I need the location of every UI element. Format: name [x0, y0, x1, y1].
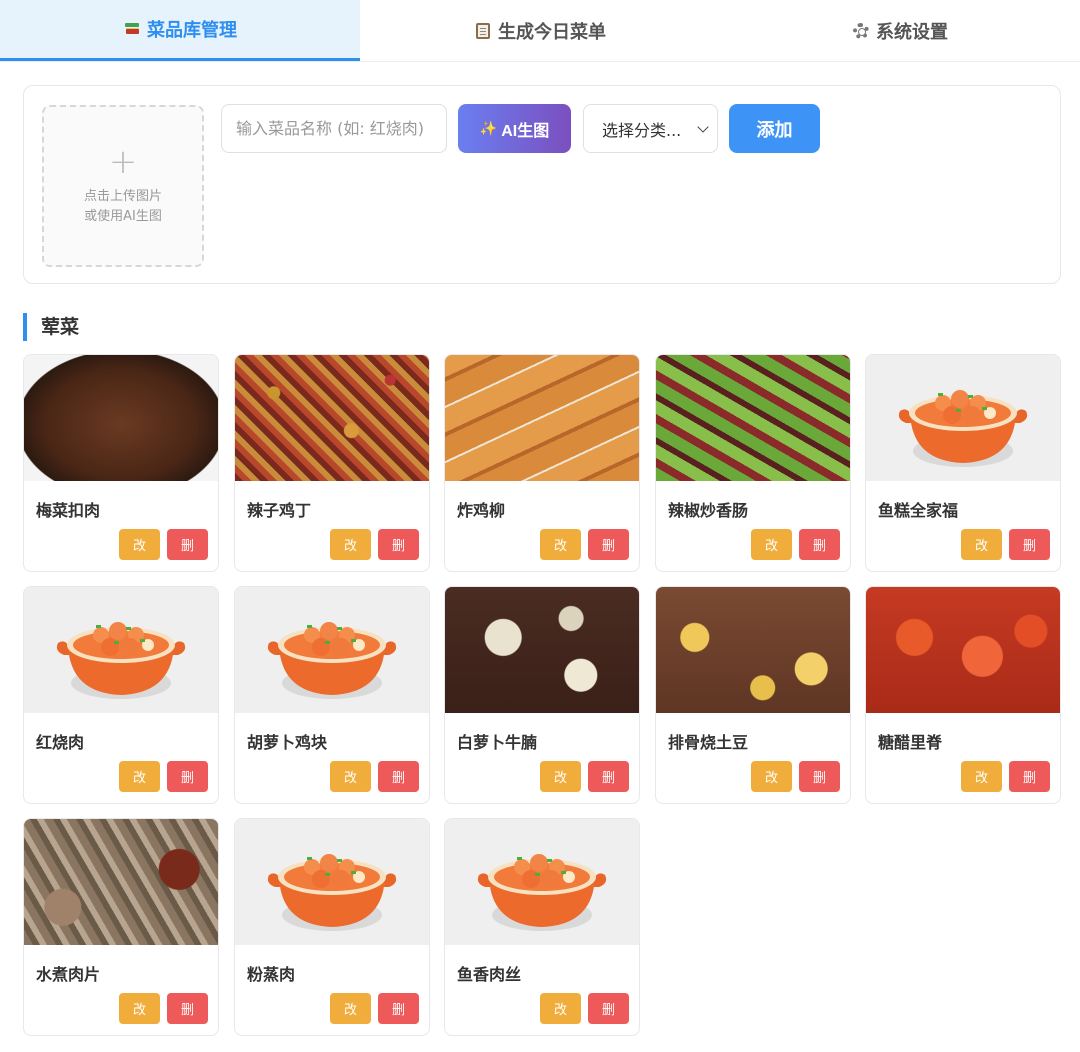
- dish-name: 胡萝卜鸡块: [247, 733, 328, 752]
- dish-name: 炸鸡柳: [457, 501, 506, 520]
- dish-image: [866, 587, 1060, 713]
- delete-dish-button[interactable]: 删: [1009, 761, 1050, 792]
- dish-card: 炸鸡柳改删: [444, 354, 640, 572]
- dish-image: [235, 587, 429, 713]
- dish-card: 排骨烧土豆改删: [655, 586, 851, 804]
- tab-settings[interactable]: 系统设置: [720, 0, 1080, 61]
- bowl-illustration: [56, 622, 186, 699]
- delete-dish-button[interactable]: 删: [1009, 529, 1050, 560]
- dish-name: 水煮肉片: [36, 965, 101, 984]
- edit-dish-button[interactable]: 改: [961, 529, 1002, 560]
- dish-card: 胡萝卜鸡块改删: [234, 586, 430, 804]
- dish-image: [24, 587, 218, 713]
- delete-dish-button[interactable]: 删: [378, 761, 419, 792]
- dish-name: 鱼糕全家福: [878, 501, 959, 520]
- dish-name: 红烧肉: [36, 733, 85, 752]
- add-dish-button[interactable]: 添加: [729, 104, 820, 153]
- edit-dish-button[interactable]: 改: [540, 529, 581, 560]
- sparkle-icon: ✨: [479, 120, 498, 136]
- dish-name: 梅菜扣肉: [36, 501, 101, 520]
- dish-image: [24, 819, 218, 945]
- bowl-illustration: [477, 854, 607, 931]
- dish-image: [656, 587, 850, 713]
- edit-dish-button[interactable]: 改: [540, 993, 581, 1024]
- delete-dish-button[interactable]: 删: [588, 761, 629, 792]
- edit-dish-button[interactable]: 改: [751, 529, 792, 560]
- books-icon: [123, 20, 141, 38]
- delete-dish-button[interactable]: 删: [378, 993, 419, 1024]
- dish-name: 辣子鸡丁: [247, 501, 312, 520]
- delete-dish-button[interactable]: 删: [588, 993, 629, 1024]
- chevron-down-icon: [697, 120, 709, 133]
- delete-dish-button[interactable]: 删: [167, 529, 208, 560]
- delete-dish-button[interactable]: 删: [588, 529, 629, 560]
- upload-hint-line1: 点击上传图片: [83, 189, 162, 204]
- tab-generate-menu[interactable]: 生成今日菜单: [360, 0, 720, 61]
- dish-image: [235, 819, 429, 945]
- dish-card: 辣椒炒香肠改删: [655, 354, 851, 572]
- dish-image: [445, 587, 639, 713]
- dish-name: 辣椒炒香肠: [668, 501, 749, 520]
- edit-dish-button[interactable]: 改: [119, 993, 160, 1024]
- dish-name: 粉蒸肉: [247, 965, 296, 984]
- delete-dish-button[interactable]: 删: [167, 993, 208, 1024]
- dish-image: [866, 355, 1060, 481]
- tab-label: 系统设置: [876, 21, 948, 43]
- delete-dish-button[interactable]: 删: [167, 761, 208, 792]
- dish-card: 鱼香肉丝改删: [444, 818, 640, 1036]
- bowl-illustration: [267, 854, 397, 931]
- dish-card: 糖醋里脊改删: [865, 586, 1061, 804]
- section-title: 荤菜: [23, 313, 79, 341]
- edit-dish-button[interactable]: 改: [330, 761, 371, 792]
- dish-name-input[interactable]: [221, 104, 447, 153]
- dish-name: 糖醋里脊: [878, 733, 943, 752]
- bowl-illustration: [898, 390, 1028, 467]
- dish-image: [445, 355, 639, 481]
- delete-dish-button[interactable]: 删: [799, 761, 840, 792]
- edit-dish-button[interactable]: 改: [540, 761, 581, 792]
- upload-hint-line2: 或使用AI生图: [84, 209, 162, 224]
- edit-dish-button[interactable]: 改: [961, 761, 1002, 792]
- dish-card: 红烧肉改删: [23, 586, 219, 804]
- add-dish-panel: + 点击上传图片 或使用AI生图 ✨ AI生图 选择分类... 添加: [23, 85, 1061, 284]
- category-select-value: 选择分类...: [602, 120, 682, 140]
- edit-dish-button[interactable]: 改: [330, 529, 371, 560]
- bowl-illustration: [267, 622, 397, 699]
- dish-card: 辣子鸡丁改删: [234, 354, 430, 572]
- dish-card: 梅菜扣肉改删: [23, 354, 219, 572]
- dish-image: [235, 355, 429, 481]
- dish-card: 粉蒸肉改删: [234, 818, 430, 1036]
- ai-generate-button[interactable]: ✨ AI生图: [458, 104, 571, 153]
- tab-label: 生成今日菜单: [498, 21, 606, 43]
- tab-label: 菜品库管理: [147, 20, 237, 41]
- tab-dish-library[interactable]: 菜品库管理: [0, 0, 360, 61]
- dish-card: 白萝卜牛腩改删: [444, 586, 640, 804]
- tab-bar: 菜品库管理 生成今日菜单 系统设置: [0, 0, 1080, 62]
- edit-dish-button[interactable]: 改: [119, 529, 160, 560]
- category-select[interactable]: 选择分类...: [583, 104, 718, 153]
- dish-card: 鱼糕全家福改删: [865, 354, 1061, 572]
- dish-name: 白萝卜牛腩: [457, 733, 538, 752]
- dish-image: [656, 355, 850, 481]
- dish-card: 水煮肉片改删: [23, 818, 219, 1036]
- gear-icon: [852, 22, 870, 40]
- delete-dish-button[interactable]: 删: [378, 529, 419, 560]
- edit-dish-button[interactable]: 改: [119, 761, 160, 792]
- dish-name: 鱼香肉丝: [457, 965, 522, 984]
- edit-dish-button[interactable]: 改: [330, 993, 371, 1024]
- ai-button-label: AI生图: [501, 122, 550, 140]
- image-upload-area[interactable]: + 点击上传图片 或使用AI生图: [42, 105, 204, 267]
- dish-name: 排骨烧土豆: [668, 733, 749, 752]
- dish-image: [24, 355, 218, 481]
- plus-icon: +: [108, 142, 138, 182]
- delete-dish-button[interactable]: 删: [799, 529, 840, 560]
- clipboard-icon: [474, 22, 492, 40]
- dish-image: [445, 819, 639, 945]
- edit-dish-button[interactable]: 改: [751, 761, 792, 792]
